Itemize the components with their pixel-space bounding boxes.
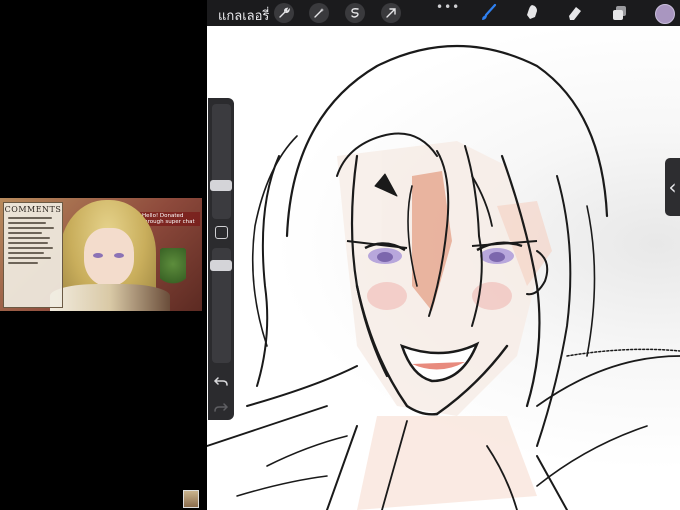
comments-title: COMMENTS — [4, 205, 62, 214]
comment-line — [8, 237, 50, 239]
comment-line — [8, 252, 44, 254]
smudge-icon[interactable] — [522, 3, 542, 23]
plant-decoration — [160, 248, 186, 288]
color-fills — [337, 141, 552, 510]
drawing-canvas[interactable] — [207, 26, 680, 510]
comment-line — [8, 242, 48, 244]
character-coat — [50, 284, 170, 311]
redo-icon[interactable] — [213, 400, 229, 414]
comment-line — [8, 222, 46, 224]
layers-icon[interactable] — [610, 3, 630, 23]
left-panel: Hello! Donated through super chat COMMEN… — [0, 0, 207, 510]
opacity-slider-thumb[interactable] — [210, 260, 232, 271]
reference-image-stream-preview: Hello! Donated through super chat COMMEN… — [0, 198, 202, 311]
comment-line — [8, 217, 52, 219]
magic-wand-icon[interactable] — [309, 3, 329, 23]
comment-line — [8, 227, 54, 229]
character-face — [84, 228, 134, 286]
wrench-icon[interactable] — [274, 3, 294, 23]
brush-size-slider-thumb[interactable] — [210, 180, 232, 191]
transform-arrow-icon[interactable] — [381, 3, 401, 23]
right-panel-handle[interactable]: ‹ — [665, 158, 680, 216]
comment-line — [8, 247, 53, 249]
character-eye-left — [93, 253, 103, 258]
comments-box: COMMENTS — [3, 202, 63, 308]
modify-button[interactable] — [215, 226, 228, 239]
gallery-button[interactable]: แกลเลอรี่ — [218, 5, 269, 26]
selection-icon[interactable] — [345, 3, 365, 23]
sketch-artwork — [207, 44, 680, 510]
comment-line — [8, 262, 38, 264]
left-sidebar — [208, 98, 234, 420]
comment-line — [8, 257, 51, 259]
color-picker-swatch[interactable] — [655, 4, 675, 24]
brush-icon[interactable] — [479, 3, 499, 23]
more-options-icon[interactable]: ••• — [436, 0, 460, 14]
reference-thumbnail[interactable] — [183, 490, 199, 508]
chevron-left-icon: ‹ — [668, 175, 677, 199]
character-eye-right — [114, 253, 124, 258]
top-toolbar: แกลเลอรี่ ••• — [207, 0, 680, 26]
brush-size-slider[interactable] — [212, 104, 231, 219]
undo-icon[interactable] — [213, 374, 229, 388]
comment-line — [8, 232, 42, 234]
eraser-icon[interactable] — [565, 3, 585, 23]
